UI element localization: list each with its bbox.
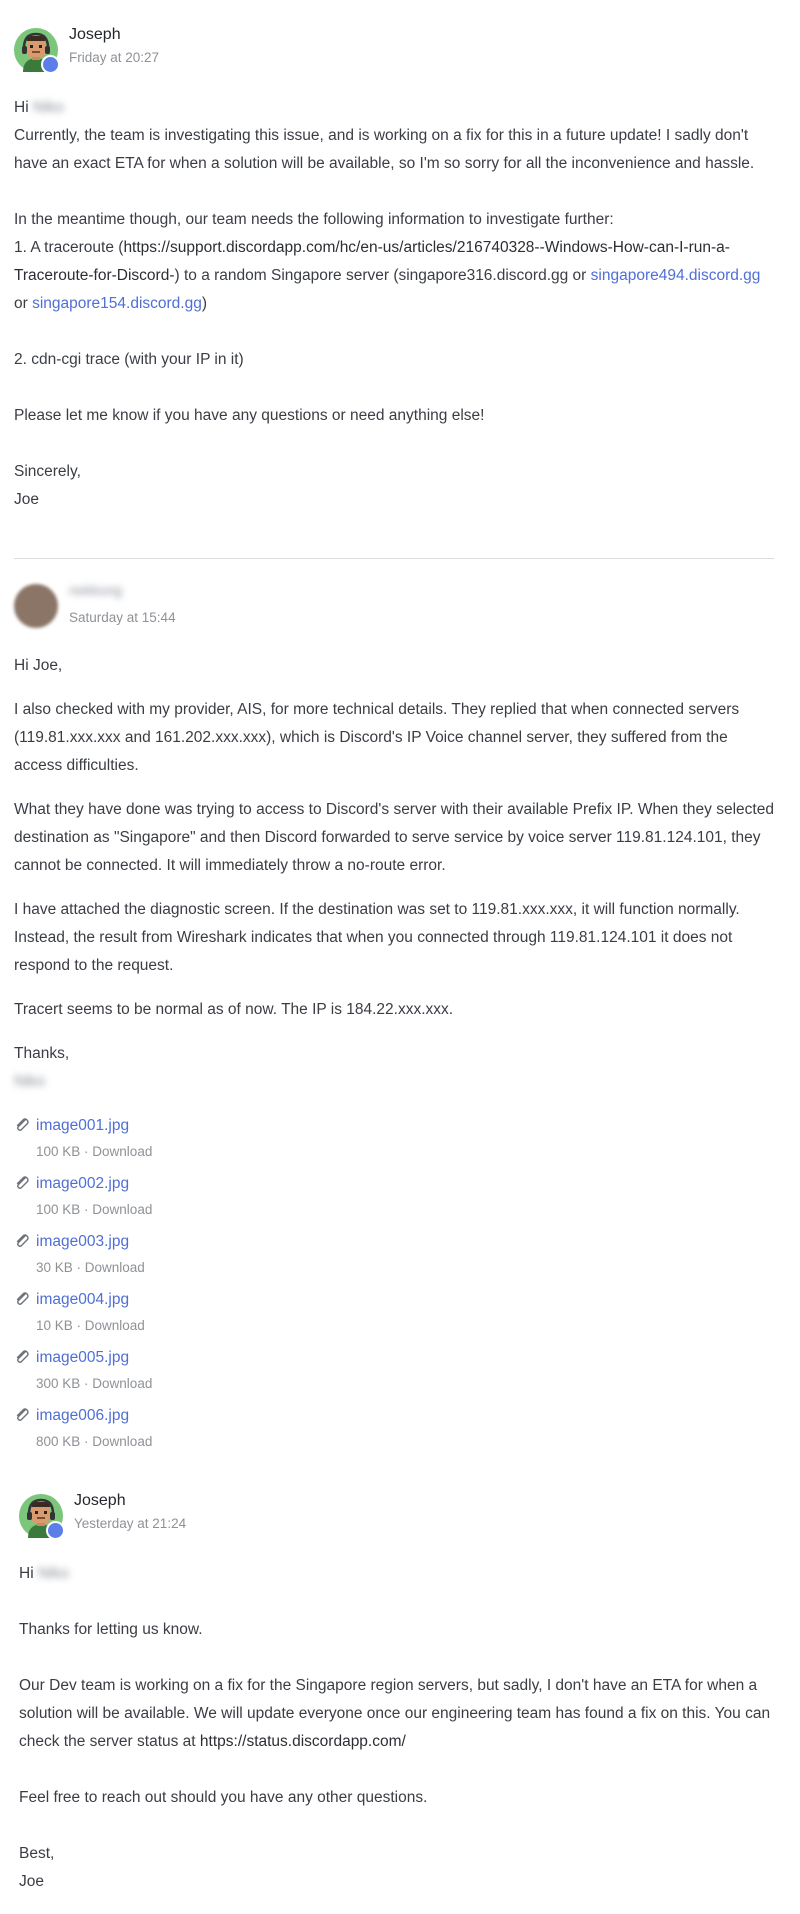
ticket-thread: Joseph Friday at 20:27 Hi Niko Currently… (0, 0, 800, 1914)
signoff: Thanks, (14, 1045, 70, 1062)
file-size: 100 KB (36, 1144, 81, 1159)
signature: Joe (14, 491, 39, 508)
paragraph: Thanks for letting us know. (19, 1621, 203, 1638)
paragraph: What they have done was trying to access… (14, 801, 774, 874)
attachment-item: image004.jpg 10 KB · Download (14, 1286, 774, 1344)
paperclip-icon (16, 1292, 29, 1305)
paragraph: Please let me know if you have any quest… (14, 407, 485, 424)
list-text: 1. A traceroute ( (14, 239, 124, 256)
status-page-link[interactable]: https://status.discordapp.com/ (200, 1733, 406, 1750)
signoff: Best, (19, 1845, 55, 1862)
paperclip-icon (16, 1234, 29, 1247)
author-name[interactable]: nekkung (69, 582, 122, 598)
attachment-filename-link[interactable]: image004.jpg (36, 1286, 129, 1314)
message-body: Hi Niko Currently, the team is investiga… (14, 94, 774, 514)
message-1: Joseph Friday at 20:27 Hi Niko Currently… (0, 22, 800, 508)
attachment-item: image001.jpg 100 KB · Download (14, 1112, 774, 1170)
message-divider (14, 558, 774, 559)
meta-separator: · (80, 1144, 93, 1159)
signature: Niko (14, 1073, 46, 1090)
meta-separator: · (80, 1202, 93, 1217)
attachment-list: image001.jpg 100 KB · Download image002.jp… (14, 1112, 774, 1460)
paperclip-icon (16, 1118, 29, 1131)
attachment-filename-link[interactable]: image006.jpg (36, 1402, 129, 1430)
attachment-meta: 30 KB · Download (36, 1254, 145, 1282)
attachment-meta: 800 KB · Download (36, 1428, 152, 1456)
timestamp: Saturday at 15:44 (69, 610, 176, 625)
file-size: 300 KB (36, 1376, 81, 1391)
author-name[interactable]: Joseph (69, 26, 121, 44)
meta-separator: · (72, 1318, 85, 1333)
greeting: Hi Niko (19, 1560, 779, 1588)
paragraph: I have attached the diagnostic screen. I… (14, 901, 740, 974)
timestamp: Yesterday at 21:24 (74, 1516, 187, 1531)
attachment-meta: 100 KB · Download (36, 1138, 152, 1166)
meta-separator: · (80, 1376, 93, 1391)
message-header: Joseph Yesterday at 21:24 (0, 1488, 800, 1548)
paragraph: I also checked with my provider, AIS, fo… (14, 701, 740, 774)
meta-separator: · (72, 1260, 85, 1275)
attachment-filename-link[interactable]: image001.jpg (36, 1112, 129, 1140)
download-link[interactable]: Download (85, 1318, 145, 1333)
singapore494-link[interactable]: singapore494.discord.gg (591, 267, 761, 284)
download-link[interactable]: Download (92, 1144, 152, 1159)
redacted-name: Niko (37, 1565, 69, 1582)
download-link[interactable]: Download (92, 1376, 152, 1391)
agent-avatar[interactable] (19, 1494, 65, 1540)
paperclip-icon (16, 1350, 29, 1363)
paragraph: In the meantime though, our team needs t… (14, 211, 614, 228)
download-link[interactable]: Download (92, 1434, 152, 1449)
file-size: 10 KB (36, 1318, 73, 1333)
greeting-word: Hi (19, 1565, 34, 1582)
attachment-item: image005.jpg 300 KB · Download (14, 1344, 774, 1402)
paragraph: Our Dev team is working on a fix for the… (19, 1672, 779, 1756)
attachment-item: image003.jpg 30 KB · Download (14, 1228, 774, 1286)
staff-badge-icon (41, 55, 60, 74)
list-text: ) to a random Singapore server (singapor… (174, 267, 591, 284)
download-link[interactable]: Download (92, 1202, 152, 1217)
attachment-filename-link[interactable]: image003.jpg (36, 1228, 129, 1256)
paperclip-icon (16, 1176, 29, 1189)
list-item: 2. cdn-cgi trace (with your IP in it) (14, 351, 244, 368)
message-header: nekkung Saturday at 15:44 (0, 578, 800, 638)
download-link[interactable]: Download (85, 1260, 145, 1275)
file-size: 30 KB (36, 1260, 73, 1275)
staff-badge-icon (46, 1521, 65, 1540)
signoff: Sincerely, (14, 463, 81, 480)
author-name[interactable]: Joseph (74, 1492, 126, 1510)
message-body: Hi Joe, I also checked with my provider,… (14, 652, 774, 1460)
file-size: 800 KB (36, 1434, 81, 1449)
file-size: 100 KB (36, 1202, 81, 1217)
signature: Joe (19, 1873, 44, 1890)
attachment-meta: 10 KB · Download (36, 1312, 145, 1340)
list-text: ) (201, 295, 208, 312)
timestamp: Friday at 20:27 (69, 50, 160, 65)
paragraph: Hi Joe, (14, 657, 63, 674)
message-body: Hi Niko Thanks for letting us know. Our … (19, 1560, 779, 1896)
list-text: or (14, 295, 33, 312)
attachment-item: image002.jpg 100 KB · Download (14, 1170, 774, 1228)
paragraph: Currently, the team is investigating thi… (14, 127, 755, 172)
singapore154-link[interactable]: singapore154.discord.gg (32, 295, 202, 312)
paragraph: Feel free to reach out should you have a… (19, 1789, 428, 1806)
greeting-word: Hi (14, 99, 29, 116)
user-avatar[interactable] (14, 584, 58, 628)
attachment-meta: 100 KB · Download (36, 1196, 152, 1224)
attachment-item: image006.jpg 800 KB · Download (14, 1402, 774, 1460)
attachment-filename-link[interactable]: image005.jpg (36, 1344, 129, 1372)
list-item: 1. A traceroute (https://support.discord… (14, 234, 774, 318)
message-header: Joseph Friday at 20:27 (0, 22, 800, 82)
attachment-filename-link[interactable]: image002.jpg (36, 1170, 129, 1198)
paperclip-icon (16, 1408, 29, 1421)
message-3: Joseph Yesterday at 21:24 Hi Niko Thanks… (0, 1488, 800, 1890)
meta-separator: · (80, 1434, 93, 1449)
message-2: nekkung Saturday at 15:44 Hi Joe, I also… (0, 578, 800, 1449)
redacted-name: Niko (32, 99, 64, 116)
paragraph: Tracert seems to be normal as of now. Th… (14, 1001, 454, 1018)
greeting: Hi Niko (14, 94, 774, 122)
attachment-meta: 300 KB · Download (36, 1370, 152, 1398)
agent-avatar[interactable] (14, 28, 60, 74)
